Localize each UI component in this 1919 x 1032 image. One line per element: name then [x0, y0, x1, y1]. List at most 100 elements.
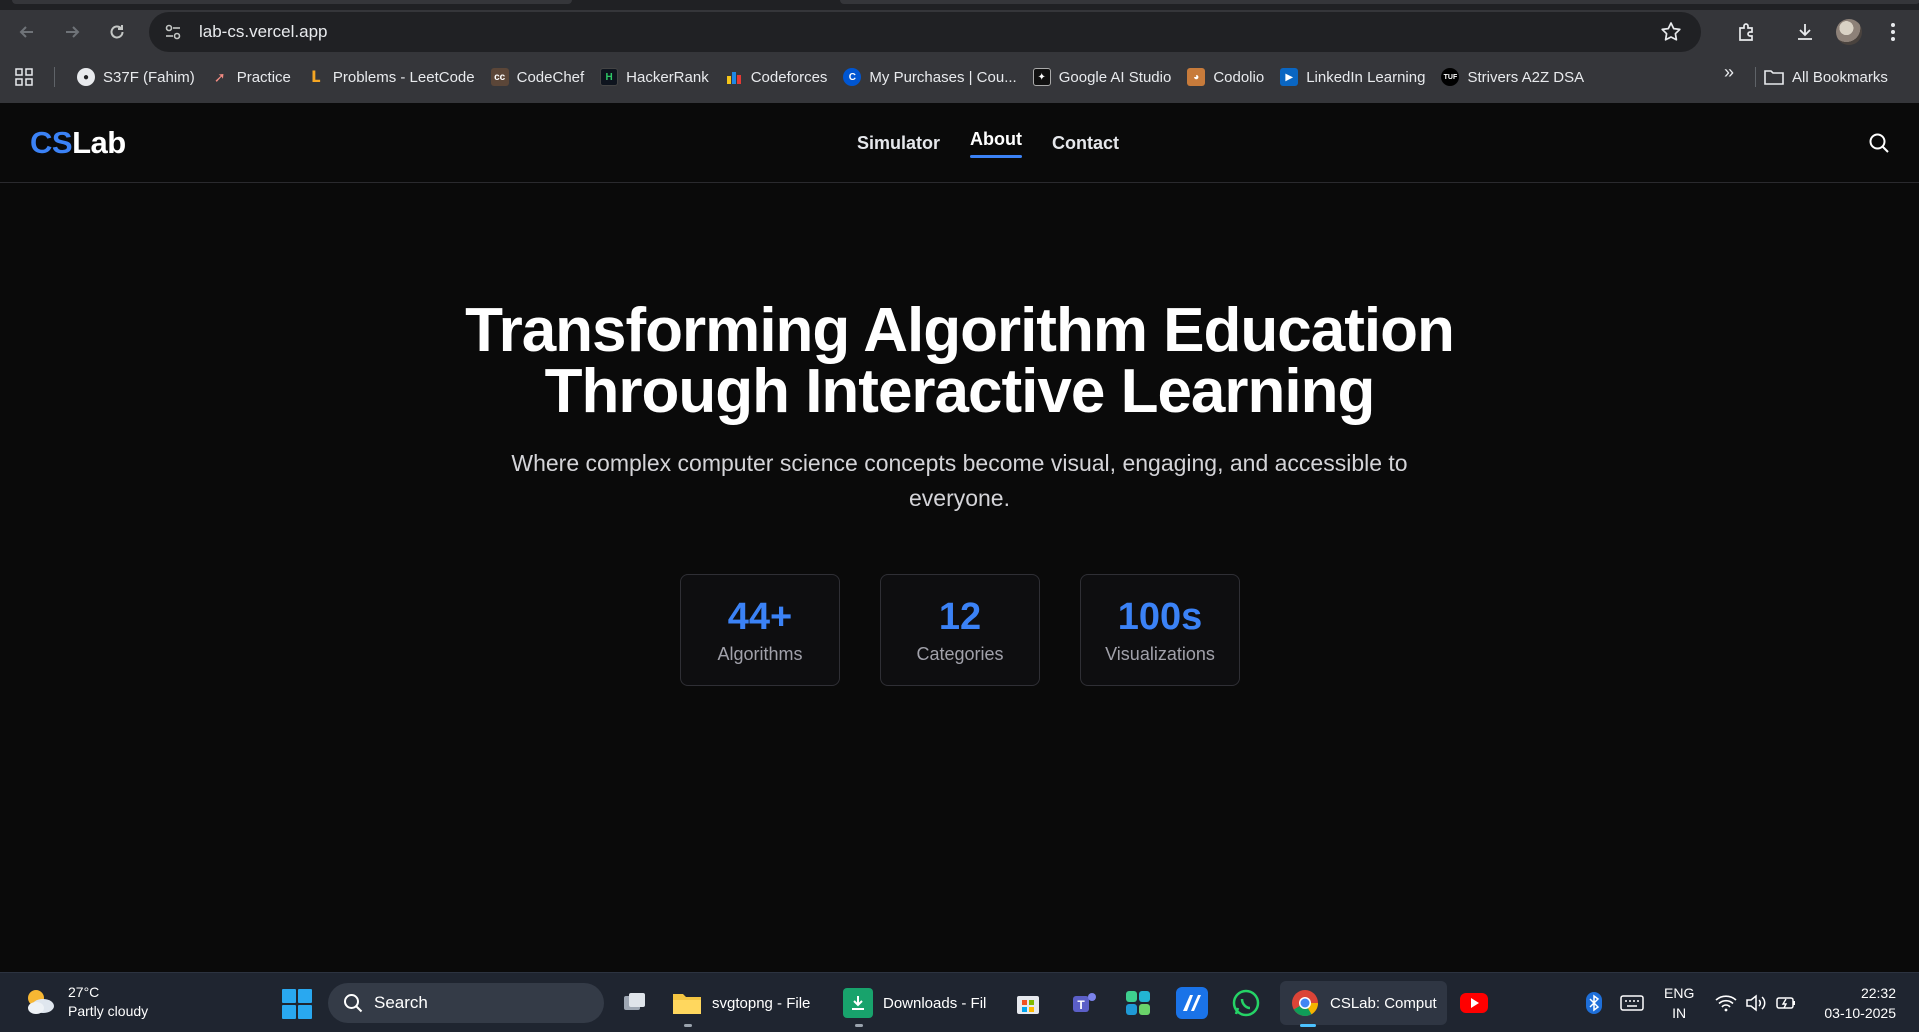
editor-app-icon [1183, 995, 1201, 1011]
chrome-icon [1290, 988, 1320, 1018]
codolio-icon: ◕ [1187, 68, 1206, 86]
running-indicator [1300, 1024, 1316, 1027]
bookmark-codechef[interactable]: cc CodeChef [483, 62, 593, 92]
tab-edge [840, 0, 1919, 4]
bookmark-star-button[interactable] [1659, 20, 1683, 44]
stat-label: Categories [916, 643, 1004, 664]
bookmark-leetcode[interactable]: ᒪ Problems - LeetCode [299, 62, 483, 92]
forward-button[interactable] [54, 14, 90, 50]
language-code: ENG [1664, 985, 1695, 1001]
taskbar-search-label: Search [374, 993, 428, 1012]
puzzle-icon [1739, 23, 1753, 41]
tab-edge [12, 0, 572, 4]
bookmark-label: Codolio [1213, 68, 1265, 86]
wifi-button[interactable] [1710, 987, 1742, 1019]
tab-strip [0, 0, 1919, 10]
wifi-icon [1715, 995, 1737, 1012]
search-button[interactable] [1865, 129, 1893, 157]
github-icon: ● [77, 68, 95, 86]
youtube-button[interactable] [1458, 987, 1490, 1019]
taskbar-app-file-explorer-2[interactable]: Downloads - Fil [843, 981, 986, 1027]
downloads-button[interactable] [1785, 12, 1825, 52]
site-logo[interactable]: CSLab [30, 125, 126, 161]
svg-text:T: T [1077, 998, 1085, 1012]
windows-logo-tile [282, 989, 296, 1003]
volume-icon [1746, 994, 1766, 1012]
partly-cloudy-icon [22, 984, 58, 1020]
language-indicator[interactable]: ENG IN [1664, 983, 1694, 1023]
extensions-button[interactable] [1727, 12, 1767, 52]
taskbar-app-chrome[interactable]: CSLab: Comput [1280, 981, 1447, 1027]
apps-grid-icon [15, 68, 33, 86]
app-launcher-button[interactable] [1122, 987, 1154, 1019]
stat-value: 12 [938, 595, 982, 638]
microsoft-store-button[interactable] [1012, 987, 1044, 1019]
bookmark-label: Problems - LeetCode [332, 68, 475, 86]
battery-button[interactable] [1770, 987, 1802, 1019]
bookmark-label: HackerRank [626, 68, 709, 86]
whatsapp-button[interactable] [1230, 987, 1262, 1019]
all-bookmarks-label: All Bookmarks [1792, 68, 1888, 86]
hero-title-line1: Transforming Algorithm Education [465, 296, 1455, 365]
hero-title: Transforming Algorithm Education Through… [0, 296, 1919, 426]
windows-logo-tile [298, 1005, 312, 1019]
codechef-icon: cc [490, 68, 509, 86]
nav-simulator[interactable]: Simulator [857, 133, 940, 154]
hackerrank-icon: H [600, 68, 619, 86]
stat-card-visualizations: 100s Visualizations [1080, 574, 1240, 686]
weather-widget[interactable]: 27°C Partly cloudy [22, 983, 148, 1021]
all-bookmarks-button[interactable]: All Bookmarks [1764, 58, 1888, 96]
bookmark-hackerrank[interactable]: H HackerRank [592, 62, 717, 92]
reload-button[interactable] [99, 14, 135, 50]
touch-keyboard-button[interactable] [1616, 987, 1648, 1019]
nav-about[interactable]: About [970, 129, 1022, 158]
keyboard-icon [1620, 995, 1644, 1011]
system-clock[interactable]: 22:32 03-10-2025 [1814, 983, 1896, 1023]
hero-section: Transforming Algorithm Education Through… [0, 184, 1919, 972]
stat-value: 44+ [727, 595, 793, 638]
site-header: CSLab Simulator About Contact [0, 103, 1919, 183]
hero-subtitle: Where complex computer science concepts … [511, 450, 1408, 511]
bookmark-label: S37F (Fahim) [103, 68, 195, 86]
rocket-icon: ➚ [213, 68, 226, 85]
task-view-button[interactable] [618, 987, 650, 1019]
windows-logo-tile [282, 1005, 296, 1019]
editor-app-button[interactable] [1176, 987, 1208, 1019]
bookmark-label: Strivers A2Z DSA [1467, 68, 1585, 86]
coursera-icon: C [843, 68, 862, 86]
profile-button[interactable] [1829, 12, 1869, 52]
taskbar-search[interactable]: Search [328, 983, 604, 1023]
bookmark-codeforces[interactable]: Codeforces [717, 62, 836, 92]
back-button[interactable] [9, 14, 45, 50]
bookmark-linkedin-learning[interactable]: ▶ LinkedIn Learning [1272, 62, 1433, 92]
bookmark-label: My Purchases | Cou... [869, 68, 1017, 86]
bookmark-label: LinkedIn Learning [1306, 68, 1426, 86]
url-text[interactable]: lab-cs.vercel.app [199, 22, 328, 42]
teams-button[interactable]: T [1068, 987, 1100, 1019]
chrome-menu-button[interactable] [1873, 12, 1913, 52]
running-indicator [684, 1024, 692, 1027]
bookmark-codolio[interactable]: ◕ Codolio [1179, 62, 1272, 92]
nav-contact[interactable]: Contact [1052, 133, 1119, 154]
taskbar-app-file-explorer-1[interactable]: svgtopng - File [672, 981, 810, 1027]
bookmark-coursera[interactable]: C My Purchases | Cou... [835, 62, 1024, 92]
volume-button[interactable] [1740, 987, 1772, 1019]
bookmark-practice[interactable]: ➚ Practice [203, 62, 299, 92]
arrow-left-icon [19, 26, 33, 38]
bookmark-strivers[interactable]: TUF Strivers A2Z DSA [1433, 62, 1592, 92]
clock-time: 22:32 [1860, 985, 1896, 1001]
clock-date: 03-10-2025 [1824, 1005, 1896, 1021]
apps-button[interactable] [12, 65, 36, 89]
more-bookmarks-button[interactable]: » [1714, 62, 1744, 83]
start-button[interactable] [282, 989, 312, 1019]
address-bar[interactable]: lab-cs.vercel.app [149, 12, 1701, 52]
bookmark-s37f[interactable]: ● S37F (Fahim) [69, 62, 203, 92]
hero-title-line2: Through Interactive Learning [544, 357, 1376, 426]
arrow-right-icon [66, 26, 80, 38]
bookmark-label: Codeforces [750, 68, 828, 86]
store-icon [1017, 996, 1039, 1014]
site-info-button[interactable] [161, 20, 185, 44]
bluetooth-button[interactable] [1578, 987, 1610, 1019]
bookmark-ai-studio[interactable]: ✦ Google AI Studio [1025, 62, 1180, 92]
toolbar-right [1723, 10, 1919, 54]
